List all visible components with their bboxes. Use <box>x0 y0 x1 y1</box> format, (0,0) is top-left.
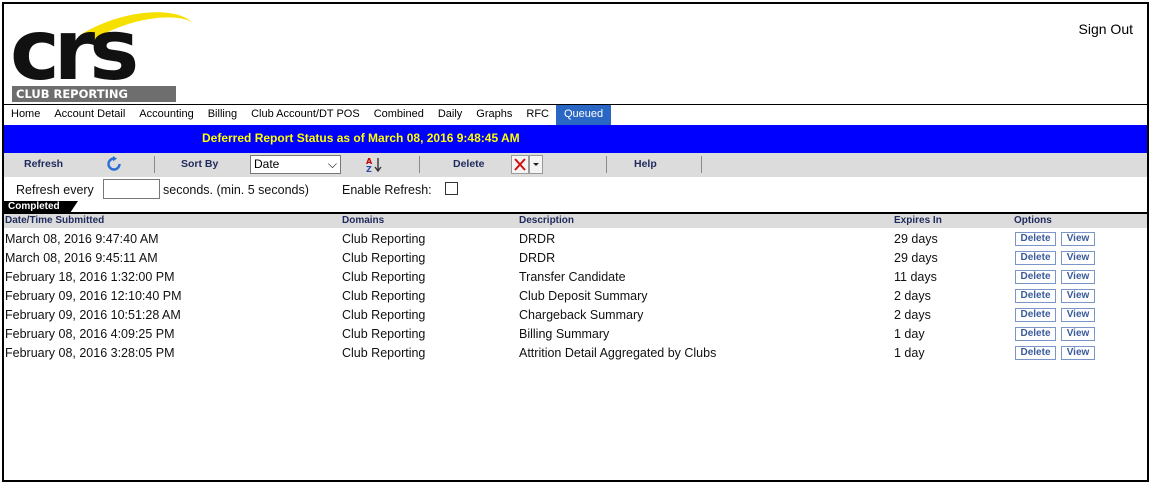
description-cell: DRDR <box>519 232 556 246</box>
chevron-down-icon: ⌵ <box>327 157 337 171</box>
domain-cell: Club Reporting <box>342 232 426 246</box>
table-header: Date/Time Submitted Domains Description … <box>4 214 1147 228</box>
crs-logo-mark: crs <box>10 1 193 99</box>
help-button[interactable]: Help <box>634 158 657 170</box>
refresh-button[interactable]: Refresh <box>24 158 63 170</box>
delete-button[interactable]: Delete <box>1015 327 1056 341</box>
view-button[interactable]: View <box>1061 289 1095 303</box>
table-row: February 08, 2016 4:09:25 PM Club Report… <box>4 324 1147 343</box>
expires-cell: 11 days <box>894 270 937 284</box>
toolbar-divider <box>701 156 702 173</box>
submitted-cell: March 08, 2016 9:47:40 AM <box>5 232 159 246</box>
submitted-cell: February 08, 2016 4:09:25 PM <box>5 327 175 341</box>
refresh-seconds-label: seconds. (min. 5 seconds) <box>163 183 309 197</box>
view-button[interactable]: View <box>1061 251 1095 265</box>
submitted-cell: February 08, 2016 3:28:05 PM <box>5 346 175 360</box>
nav-daily[interactable]: Daily <box>430 105 470 125</box>
col-expires-in[interactable]: Expires In <box>894 215 942 226</box>
col-date-submitted[interactable]: Date/Time Submitted <box>5 215 104 226</box>
table-row: February 09, 2016 10:51:28 AM Club Repor… <box>4 305 1147 324</box>
refresh-every-label: Refresh every <box>16 183 94 197</box>
view-button[interactable]: View <box>1061 308 1095 322</box>
nav-graphs[interactable]: Graphs <box>469 105 520 125</box>
col-options: Options <box>1014 215 1052 226</box>
expires-cell: 29 days <box>894 232 938 246</box>
toolbar-divider <box>606 156 607 173</box>
description-cell: Billing Summary <box>519 327 610 341</box>
expires-cell: 2 days <box>894 308 931 322</box>
table-row: February 09, 2016 12:10:40 PM Club Repor… <box>4 286 1147 305</box>
submitted-cell: February 09, 2016 12:10:40 PM <box>5 289 182 303</box>
refresh-interval-input[interactable] <box>103 179 160 199</box>
nav-account-detail[interactable]: Account Detail <box>47 105 133 125</box>
view-button[interactable]: View <box>1061 232 1095 246</box>
expires-cell: 1 day <box>894 327 925 341</box>
domain-cell: Club Reporting <box>342 346 426 360</box>
view-button[interactable]: View <box>1061 270 1095 284</box>
domain-cell: Club Reporting <box>342 251 426 265</box>
table-row: March 08, 2016 9:45:11 AM Club Reporting… <box>4 248 1147 267</box>
expires-cell: 2 days <box>894 289 931 303</box>
nav-home[interactable]: Home <box>4 105 48 125</box>
delete-icon[interactable] <box>511 155 529 174</box>
nav-combined[interactable]: Combined <box>366 105 431 125</box>
crs-logo: crs CLUB REPORTING SYSTEM <box>10 1 196 117</box>
expires-cell: 1 day <box>894 346 925 360</box>
description-cell: Club Deposit Summary <box>519 289 648 303</box>
enable-refresh-checkbox[interactable] <box>445 182 458 195</box>
delete-button[interactable]: Delete <box>1015 346 1056 360</box>
domain-cell: Club Reporting <box>342 308 426 322</box>
delete-button[interactable]: Delete <box>1015 232 1056 246</box>
domain-cell: Club Reporting <box>342 289 426 303</box>
toolbar: Refresh Sort By Date ⌵ A Z Delete Help <box>4 153 1147 177</box>
logo-text: crs <box>10 5 136 87</box>
svg-text:Z: Z <box>366 165 372 173</box>
submitted-cell: February 09, 2016 10:51:28 AM <box>5 308 181 322</box>
view-button[interactable]: View <box>1061 327 1095 341</box>
table-row: March 08, 2016 9:47:40 AM Club Reporting… <box>4 229 1147 248</box>
delete-button[interactable]: Delete <box>1015 251 1056 265</box>
toolbar-divider <box>154 156 155 173</box>
refresh-icon[interactable] <box>106 156 122 172</box>
enable-refresh-label: Enable Refresh: <box>342 183 432 197</box>
nav-rfc[interactable]: RFC <box>519 105 556 125</box>
domain-cell: Club Reporting <box>342 327 426 341</box>
sign-out-link[interactable]: Sign Out <box>1079 21 1133 37</box>
submitted-cell: February 18, 2016 1:32:00 PM <box>5 270 175 284</box>
nav-billing[interactable]: Billing <box>200 105 245 125</box>
table-row: February 18, 2016 1:32:00 PM Club Report… <box>4 267 1147 286</box>
logo-subtitle: CLUB REPORTING SYSTEM <box>12 86 176 117</box>
report-list: March 08, 2016 9:47:40 AM Club Reporting… <box>4 229 1147 362</box>
sort-by-select[interactable]: Date ⌵ <box>250 155 341 174</box>
description-cell: Attrition Detail Aggregated by Clubs <box>519 346 717 360</box>
toolbar-divider <box>419 156 420 173</box>
description-cell: DRDR <box>519 251 556 265</box>
sort-az-icon[interactable]: A Z <box>366 156 383 173</box>
description-cell: Chargeback Summary <box>519 308 644 322</box>
description-cell: Transfer Candidate <box>519 270 626 284</box>
header: crs CLUB REPORTING SYSTEM Sign Out <box>4 1 1147 117</box>
sort-by-value: Date <box>254 157 280 171</box>
domain-cell: Club Reporting <box>342 270 426 284</box>
delete-dropdown-icon[interactable] <box>529 155 543 174</box>
main-nav: Home Account Detail Accounting Billing C… <box>4 105 612 125</box>
app-window: crs CLUB REPORTING SYSTEM Sign Out Home … <box>2 1 1149 482</box>
status-text: Deferred Report Status as of March 08, 2… <box>202 131 520 145</box>
status-banner: Deferred Report Status as of March 08, 2… <box>4 125 1147 153</box>
view-button[interactable]: View <box>1061 346 1095 360</box>
nav-club-account-dt-pos[interactable]: Club Account/DT POS <box>244 105 367 125</box>
nav-accounting[interactable]: Accounting <box>132 105 201 125</box>
delete-button[interactable]: Delete <box>1015 270 1056 284</box>
nav-queued[interactable]: Queued <box>555 105 612 125</box>
col-description[interactable]: Description <box>519 215 574 226</box>
delete-button[interactable]: Delete <box>1015 308 1056 322</box>
expires-cell: 29 days <box>894 251 938 265</box>
delete-button[interactable]: Delete <box>1015 289 1056 303</box>
delete-label: Delete <box>453 158 485 170</box>
submitted-cell: March 08, 2016 9:45:11 AM <box>5 251 158 265</box>
refresh-settings: Refresh every seconds. (min. 5 seconds) … <box>4 177 1147 201</box>
sort-by-label: Sort By <box>181 158 219 170</box>
col-domains[interactable]: Domains <box>342 215 384 226</box>
table-row: February 08, 2016 3:28:05 PM Club Report… <box>4 343 1147 362</box>
